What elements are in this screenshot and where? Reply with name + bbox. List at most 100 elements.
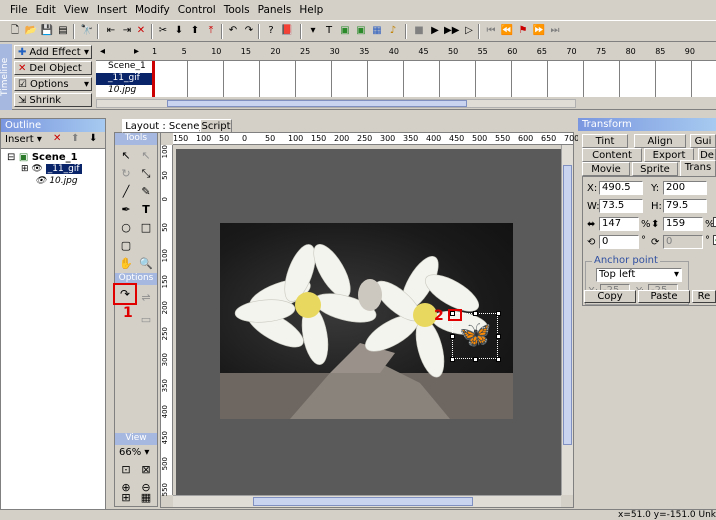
stage-canvas[interactable]: 🦋 2: [176, 149, 563, 495]
zoom-100-icon[interactable]: ⊠: [137, 461, 155, 479]
outline-down-icon[interactable]: ⬇: [89, 133, 97, 144]
move-up-icon[interactable]: ⬆: [188, 24, 202, 38]
reset-button[interactable]: Re: [692, 290, 716, 303]
tab-script[interactable]: Script: [200, 119, 232, 133]
timeline-frames[interactable]: [152, 61, 716, 97]
hand-tool-icon[interactable]: ✋: [117, 255, 135, 273]
x-field[interactable]: 490.5: [599, 181, 643, 195]
motion-path-tool-highlight[interactable]: ↷: [113, 283, 137, 305]
undo-icon[interactable]: ↶: [226, 24, 240, 38]
last-frame-icon[interactable]: ⏭: [548, 24, 562, 38]
tree-item-jpg[interactable]: 👁 10.jpg: [35, 176, 78, 186]
timeline-row-scene[interactable]: Scene_1: [96, 61, 152, 73]
insert-dropdown[interactable]: Insert ▾: [5, 134, 42, 145]
stage-vscrollbar[interactable]: [561, 145, 573, 495]
align-center-icon[interactable]: ⇥: [120, 24, 134, 38]
zoom-tool-icon[interactable]: 🔍: [137, 255, 155, 273]
pen-tool-icon[interactable]: ✒: [117, 201, 135, 219]
menu-edit[interactable]: Edit: [32, 4, 60, 16]
tab-content[interactable]: Content: [582, 148, 642, 162]
tab-trans[interactable]: Trans: [680, 160, 716, 176]
timeline-row-jpg[interactable]: 10.jpg: [96, 85, 152, 97]
scale-option-icon[interactable]: ▭: [137, 311, 155, 329]
delete-icon[interactable]: ✕: [134, 24, 148, 38]
stage-hscrollbar[interactable]: [173, 495, 561, 507]
rounded-rect-tool-icon[interactable]: ▢: [117, 237, 135, 255]
timeline-scrollbar[interactable]: [96, 99, 576, 108]
handle-b[interactable]: [473, 357, 478, 362]
menu-modify[interactable]: Modify: [131, 4, 174, 16]
shrink-button[interactable]: ⇲ Shrink: [14, 93, 92, 107]
image-icon[interactable]: ▣: [338, 24, 352, 38]
handle-tr[interactable]: [496, 311, 501, 316]
handle-t[interactable]: [473, 311, 478, 316]
sprite-icon[interactable]: ▣: [354, 24, 368, 38]
marker-icon[interactable]: ⚑: [516, 24, 530, 38]
cut-icon[interactable]: ✂: [156, 24, 170, 38]
line-tool-icon[interactable]: ╱: [117, 183, 135, 201]
transform-tool-icon[interactable]: ⤡: [137, 165, 155, 183]
rotate-tool-icon[interactable]: ↻: [117, 165, 135, 183]
filter-icon[interactable]: ▾: [306, 24, 320, 38]
grid-icon[interactable]: ⊞: [117, 489, 135, 507]
playhead[interactable]: [152, 61, 155, 97]
handle-r[interactable]: [496, 334, 501, 339]
prev-frame-icon[interactable]: ⏪: [500, 24, 514, 38]
tab-tint[interactable]: Tint: [582, 134, 628, 148]
first-frame-icon[interactable]: ⏮: [484, 24, 498, 38]
scale-y-field[interactable]: 159: [663, 217, 703, 231]
subselect-tool-icon[interactable]: ↖: [137, 147, 155, 165]
save-all-icon[interactable]: ▤: [56, 24, 70, 38]
tree-item-scene[interactable]: ⊟ ▣ Scene_1: [7, 152, 78, 163]
menu-help[interactable]: Help: [295, 4, 327, 16]
handle-br[interactable]: [496, 357, 501, 362]
tree-item-gif[interactable]: ⊞ 👁 _11_gif: [21, 164, 82, 174]
preview-icon[interactable]: ▷: [462, 24, 476, 38]
h-field[interactable]: 79.5: [663, 199, 707, 213]
add-effect-button[interactable]: ✚ Add Effect ▾: [14, 45, 92, 59]
tab-gui[interactable]: Gui: [690, 134, 716, 148]
menu-file[interactable]: File: [6, 4, 32, 16]
menu-tools[interactable]: Tools: [220, 4, 254, 16]
bring-front-icon[interactable]: ⤒: [204, 24, 218, 38]
paste-button[interactable]: Paste: [638, 290, 690, 303]
help-icon[interactable]: ?: [264, 24, 278, 38]
pencil-tool-icon[interactable]: ✎: [137, 183, 155, 201]
y-field[interactable]: 200: [663, 181, 707, 195]
outline-up-icon[interactable]: ⬆: [71, 133, 79, 144]
scale-x-field[interactable]: 147: [599, 217, 639, 231]
menu-view[interactable]: View: [60, 4, 93, 16]
scroll-right-icon[interactable]: ▸: [134, 46, 139, 57]
zoom-select[interactable]: 66% ▾: [119, 447, 149, 458]
tab-movie[interactable]: Movie: [582, 162, 630, 176]
redo-icon[interactable]: ↷: [242, 24, 256, 38]
tab-align[interactable]: Align: [634, 134, 686, 148]
text-tool-icon[interactable]: T: [322, 24, 336, 38]
save-icon[interactable]: 💾: [40, 24, 54, 38]
sound-icon[interactable]: ♪: [386, 24, 400, 38]
options-button[interactable]: ☑ Options ▾: [14, 77, 92, 91]
w-field[interactable]: 73.5: [599, 199, 643, 213]
outline-delete-icon[interactable]: ✕: [53, 133, 61, 144]
copy-button[interactable]: Copy: [584, 290, 636, 303]
anchor-select[interactable]: Top left ▾: [596, 268, 682, 282]
menu-panels[interactable]: Panels: [254, 4, 296, 16]
timeline-row-gif[interactable]: _11_gif: [96, 73, 152, 85]
align-left-icon[interactable]: ⇤: [104, 24, 118, 38]
move-down-icon[interactable]: ⬇: [172, 24, 186, 38]
zoom-fit-icon[interactable]: ⊡: [117, 461, 135, 479]
skew-field[interactable]: 0: [663, 235, 703, 249]
movie-icon[interactable]: ▦: [370, 24, 384, 38]
open-icon[interactable]: 📂: [24, 24, 38, 38]
handle-l[interactable]: [450, 334, 455, 339]
del-object-button[interactable]: ✕ Del Object: [14, 61, 92, 75]
stop-icon[interactable]: ■: [412, 24, 426, 38]
play-all-icon[interactable]: ▶▶: [444, 24, 459, 38]
scroll-left-icon[interactable]: ◂: [100, 46, 105, 57]
play-icon[interactable]: ▶: [428, 24, 442, 38]
book-icon[interactable]: 📕: [280, 24, 294, 38]
guide-icon[interactable]: ▦: [137, 489, 155, 507]
ellipse-tool-icon[interactable]: ○: [117, 219, 135, 237]
menu-insert[interactable]: Insert: [93, 4, 131, 16]
menu-control[interactable]: Control: [174, 4, 220, 16]
